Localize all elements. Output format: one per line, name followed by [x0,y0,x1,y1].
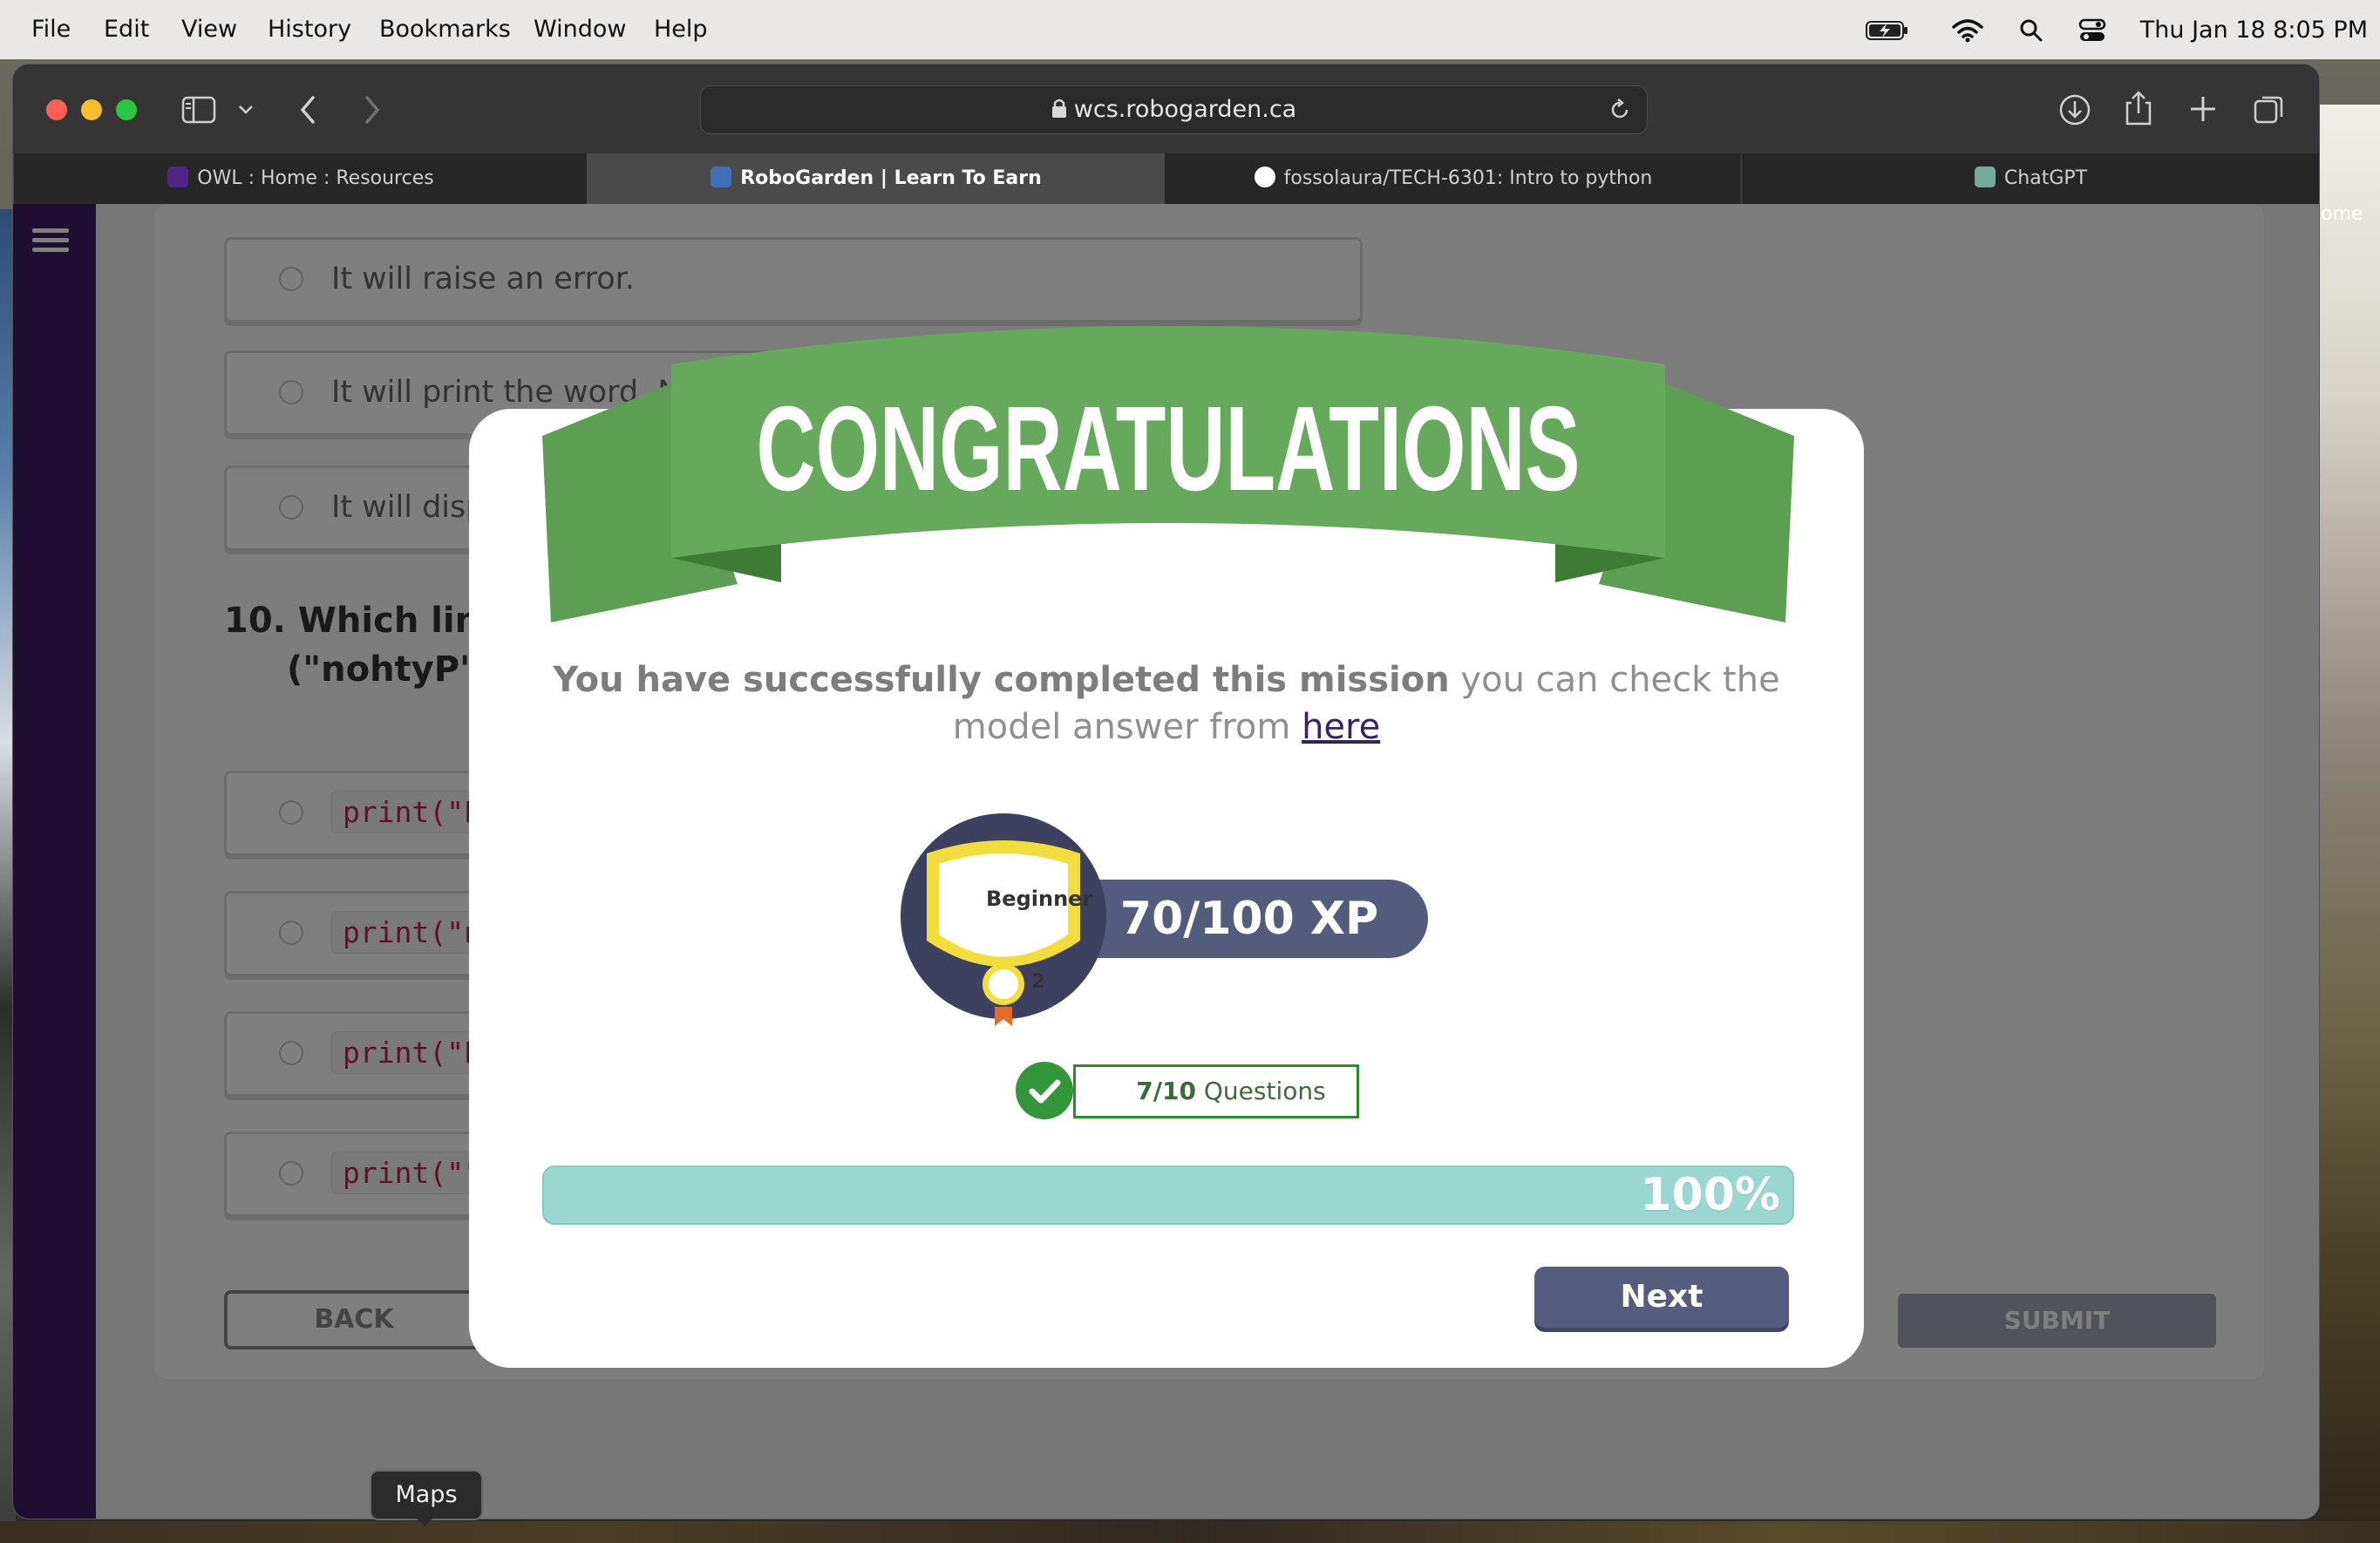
level-badge-icon [901,813,1106,1026]
tab-label: RoboGarden | Learn To Earn [740,167,1042,189]
menu-edit[interactable]: Edit [104,16,149,43]
message-bold-text: You have successfully completed this mis… [553,660,1450,700]
tooltip-pointer-icon [414,1516,435,1526]
chatgpt-icon [1974,167,1996,187]
badge-number: 2 [1031,971,1045,993]
tab-label: ChatGPT [2003,167,2088,189]
tab-github[interactable]: fossolaura/TECH-6301: Intro to python [1164,153,1742,204]
dock-tooltip: Maps [370,1470,483,1520]
questions-label: Questions [1195,1077,1326,1105]
reload-icon[interactable] [1608,99,1631,121]
chevron-down-icon[interactable] [237,103,255,117]
check-icon [1016,1062,1073,1119]
downloads-icon[interactable] [2057,92,2092,127]
menu-history[interactable]: History [268,16,351,43]
browser-toolbar: wcs.robogarden.ca [13,65,2319,153]
lock-icon [1051,99,1066,118]
new-tab-plus-icon[interactable] [2188,94,2218,124]
back-arrow-icon[interactable] [297,94,318,126]
completion-message: You have successfully completed this mis… [547,656,1785,751]
menu-view[interactable]: View [181,16,237,43]
questions-counter: 7/10 Questions [1073,1064,1359,1118]
congratulations-ribbon: CONGRATULATIONS [542,326,1794,622]
menu-file[interactable]: File [31,16,71,43]
close-window-button[interactable] [46,99,67,120]
progress-fill [544,1167,1792,1223]
questions-count: 7/10 [1136,1077,1196,1105]
status-area: Thu Jan 18 8:05 PM [1866,16,2368,44]
menu-bar: File Edit View History Bookmarks Window … [0,0,2380,59]
owl-shield-icon [167,167,189,187]
battery-icon[interactable] [1866,19,1909,42]
model-answer-link[interactable]: here [1302,707,1380,747]
tab-label: OWL : Home : Resources [197,167,434,189]
progress-label: 100% [1640,1169,1780,1221]
url-text: wcs.robogarden.ca [1073,96,1297,123]
tab-chatgpt[interactable]: ChatGPT [1741,153,2319,204]
tab-bar: OWL : Home : Resources RoboGarden | Lear… [13,153,2319,204]
wifi-icon[interactable] [1952,18,1983,43]
menu-help[interactable]: Help [654,16,708,43]
menu-window[interactable]: Window [534,16,626,43]
sidebar-toggle-icon[interactable] [181,96,216,124]
background-window-text: ome [2321,203,2363,225]
control-center-icon[interactable] [2078,18,2106,43]
spotlight-search-icon[interactable] [2019,18,2043,43]
github-icon [1254,167,1275,187]
desktop-wallpaper-bottom [0,1521,2380,1543]
next-button[interactable]: Next [1534,1267,1789,1328]
minimize-window-button[interactable] [81,99,102,120]
desktop-wallpaper-right [2319,105,2380,1543]
tab-overview-icon[interactable] [2252,92,2287,127]
zoom-window-button[interactable] [116,99,137,120]
tab-robogarden[interactable]: RoboGarden | Learn To Earn [587,153,1165,204]
address-bar[interactable]: wcs.robogarden.ca [700,85,1648,134]
banner-title: CONGRATULATIONS [757,382,1581,516]
tab-label: fossolaura/TECH-6301: Intro to python [1283,167,1653,189]
menu-bar-clock[interactable]: Thu Jan 18 8:05 PM [2140,17,2368,44]
badge-level-label: Beginner [986,887,1093,911]
menu-bookmarks[interactable]: Bookmarks [379,16,511,43]
tab-owl[interactable]: OWL : Home : Resources [13,153,588,204]
forward-arrow-icon[interactable] [362,94,383,126]
robogarden-icon [711,167,732,187]
share-icon[interactable] [2123,89,2154,127]
mission-progress-bar: 100% [542,1166,1794,1225]
